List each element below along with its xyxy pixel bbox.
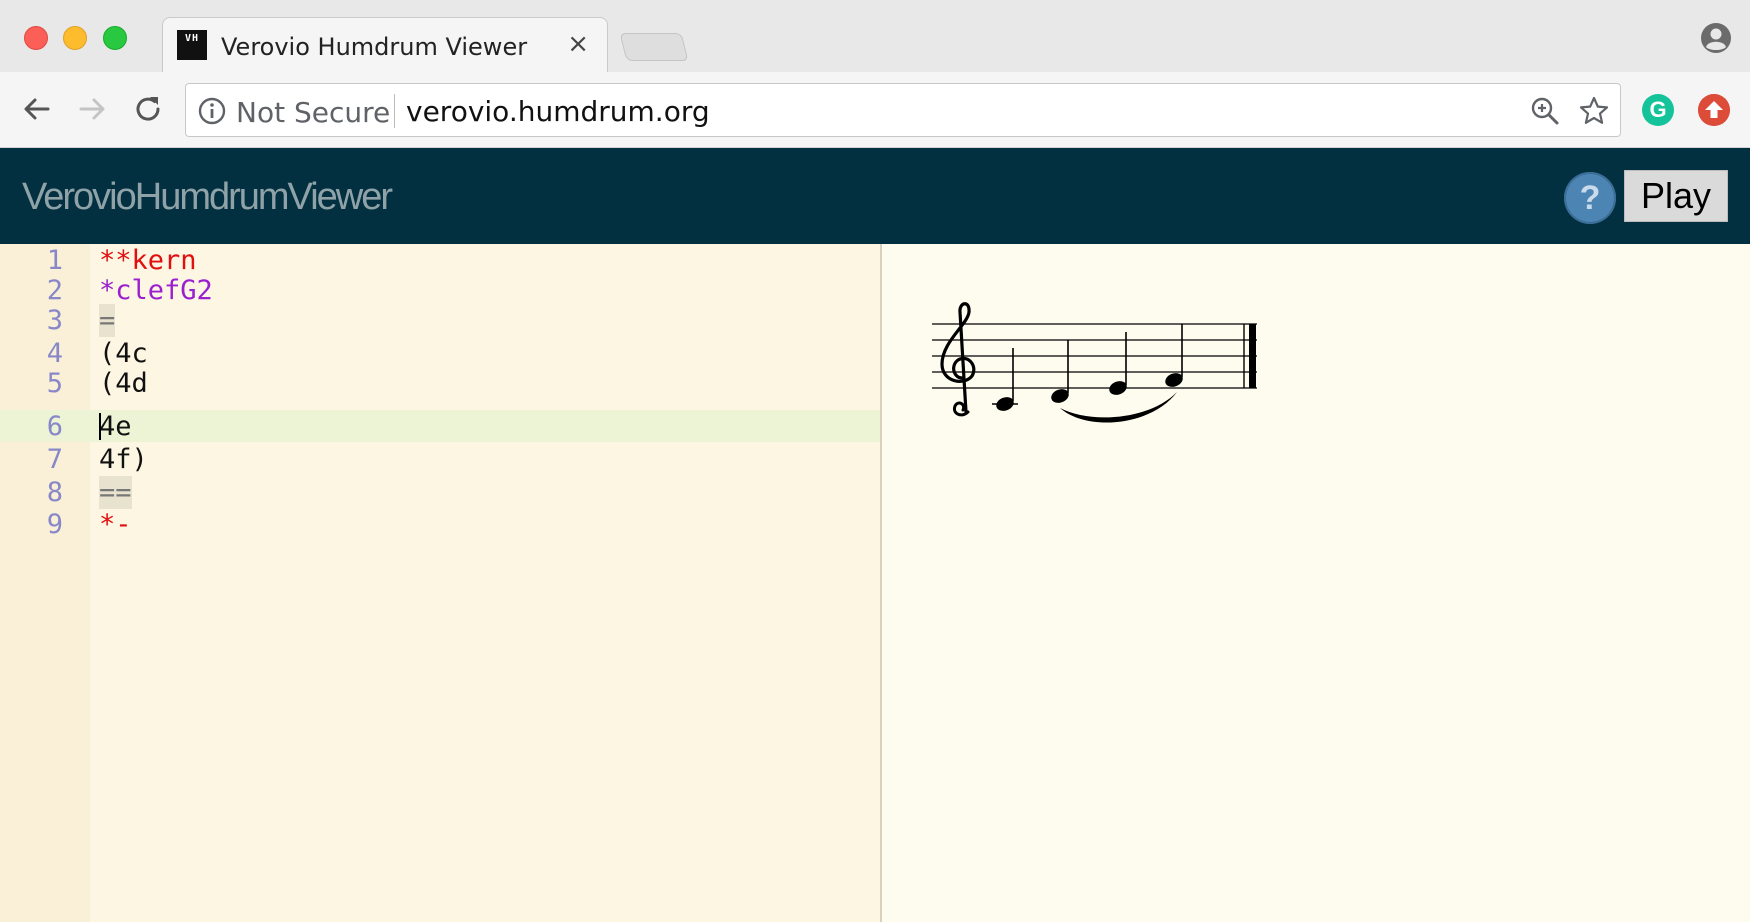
line-number: 9 <box>46 509 63 540</box>
code-text[interactable]: **kern <box>99 244 197 277</box>
code-text[interactable]: 4f) <box>99 443 148 476</box>
help-button[interactable]: ? <box>1564 172 1616 224</box>
thick-barline <box>1249 324 1256 388</box>
line-number: 6 <box>46 411 63 442</box>
url-text[interactable]: verovio.humdrum.org <box>406 95 710 128</box>
editor-line[interactable]: 1 **kern <box>0 244 880 277</box>
line-number: 1 <box>46 245 63 276</box>
editor-line[interactable]: 2 *clefG2 <box>0 274 880 307</box>
security-status[interactable]: Not Secure <box>236 96 390 129</box>
code-text[interactable]: *clefG2 <box>99 274 213 307</box>
editor-line[interactable]: 3 = <box>0 304 880 337</box>
notation-panel[interactable] <box>882 244 1750 922</box>
bookmark-star-icon[interactable] <box>1578 95 1610 127</box>
line-number: 2 <box>46 275 63 306</box>
editor-line-active[interactable]: 6 4e <box>0 410 880 443</box>
line-number: 7 <box>46 444 63 475</box>
app-header: VerovioHumdrumViewer ? Play <box>0 148 1750 244</box>
forward-arrow-icon <box>79 98 105 120</box>
line-number: 5 <box>46 368 63 399</box>
app-title: VerovioHumdrumViewer <box>22 176 393 218</box>
text-cursor <box>99 413 101 440</box>
browser-tab-active[interactable]: VH Verovio Humdrum Viewer × <box>162 17 608 73</box>
upload-extension-icon[interactable] <box>1698 94 1730 126</box>
editor-line[interactable]: 4 (4c <box>0 337 880 370</box>
code-text[interactable]: 4e <box>99 410 132 443</box>
grammarly-extension-icon[interactable]: G <box>1642 94 1674 126</box>
profile-icon[interactable] <box>1700 22 1732 54</box>
new-tab-button[interactable] <box>619 33 689 61</box>
editor-line[interactable]: 5 (4d <box>0 367 880 400</box>
line-number: 8 <box>46 477 63 508</box>
info-icon[interactable] <box>198 97 226 125</box>
zoom-icon[interactable] <box>1530 96 1560 126</box>
slur <box>1060 392 1177 423</box>
forward-button[interactable] <box>75 92 109 126</box>
address-bar[interactable]: Not Secure verovio.humdrum.org <box>185 83 1621 137</box>
code-text[interactable]: == <box>99 476 132 509</box>
tab-title: Verovio Humdrum Viewer <box>221 33 528 61</box>
line-number: 4 <box>46 338 63 369</box>
reload-button[interactable] <box>131 92 165 126</box>
play-button[interactable]: Play <box>1624 170 1728 222</box>
note-e[interactable] <box>1107 332 1128 397</box>
reload-icon <box>136 97 160 121</box>
treble-clef-icon <box>940 302 976 417</box>
staff-lines <box>932 323 1257 389</box>
code-text[interactable]: = <box>99 304 116 337</box>
line-number: 3 <box>46 305 63 336</box>
editor-line[interactable]: 9 *- <box>0 508 880 541</box>
tab-close-icon[interactable]: × <box>567 31 589 57</box>
editor-line[interactable]: 7 4f) <box>0 443 880 476</box>
site-favicon-icon: VH <box>177 30 207 60</box>
minimize-window-button[interactable] <box>63 26 87 50</box>
close-window-button[interactable] <box>24 26 48 50</box>
back-button[interactable] <box>20 92 54 126</box>
music-score[interactable] <box>922 294 1272 434</box>
note-c[interactable] <box>992 348 1018 413</box>
code-text[interactable]: (4c <box>99 337 148 370</box>
browser-tab-bar: VH Verovio Humdrum Viewer × <box>0 0 1750 73</box>
back-arrow-icon <box>24 98 50 120</box>
code-text[interactable]: (4d <box>99 367 148 400</box>
editor-line[interactable]: 8 == <box>0 476 880 509</box>
humdrum-editor[interactable]: 1 **kern 2 *clefG2 3 = 4 (4c 5 (4d 6 4e … <box>0 244 880 922</box>
maximize-window-button[interactable] <box>103 26 127 50</box>
code-text[interactable]: *- <box>99 508 132 541</box>
browser-toolbar: Not Secure verovio.humdrum.org <box>0 72 1750 148</box>
omnibox-divider <box>394 94 395 128</box>
